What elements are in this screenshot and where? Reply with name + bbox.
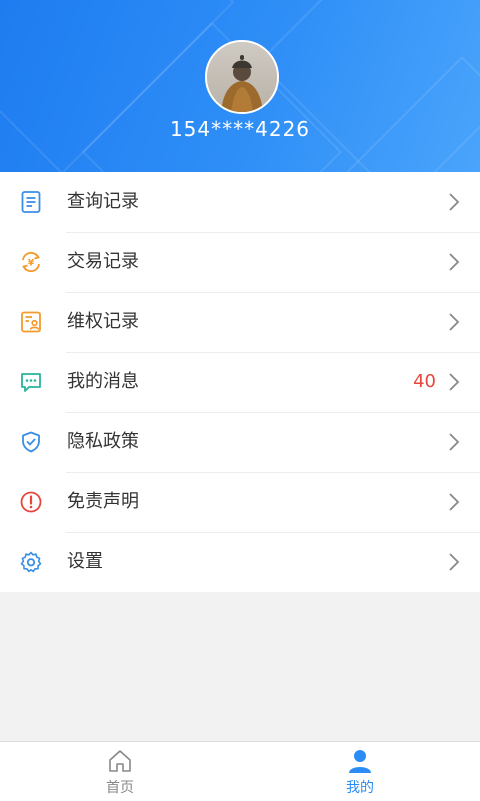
profile-header: 154****4226	[0, 0, 480, 172]
menu-item-label: 交易记录	[67, 251, 139, 272]
document-icon	[21, 191, 41, 213]
phone-number: 154****4226	[169, 117, 311, 141]
menu-item-label: 免责声明	[67, 491, 139, 512]
menu-item-privacy-policy[interactable]: 隐私政策	[0, 412, 480, 472]
menu-item-rights-records[interactable]: 维权记录	[0, 292, 480, 352]
menu-item-transaction-records[interactable]: ¥ 交易记录	[0, 232, 480, 292]
chevron-right-icon	[449, 433, 460, 451]
user-icon	[349, 750, 371, 773]
chevron-right-icon	[449, 193, 460, 211]
chevron-right-icon	[449, 493, 460, 511]
menu-item-label: 维权记录	[67, 311, 139, 332]
tab-mine-label: 我的	[346, 780, 374, 796]
menu-item-query-records[interactable]: 查询记录	[0, 172, 480, 232]
menu-list: 查询记录 ¥ 交易记录 维权记录 我的消息 40 隐私政策 免责声明 设置	[0, 172, 480, 592]
menu-item-disclaimer[interactable]: 免责声明	[0, 472, 480, 532]
menu-item-label: 设置	[67, 551, 103, 572]
rights-certificate-icon	[21, 311, 41, 333]
tab-home-label: 首页	[106, 780, 134, 796]
svg-text:¥: ¥	[28, 259, 35, 269]
alert-circle-icon	[20, 491, 42, 513]
chevron-right-icon	[449, 253, 460, 271]
message-icon	[21, 373, 41, 392]
menu-item-settings[interactable]: 设置	[0, 532, 480, 592]
chevron-right-icon	[449, 373, 460, 391]
gear-icon	[20, 551, 42, 573]
tab-home[interactable]: 首页	[0, 742, 240, 801]
chevron-right-icon	[449, 553, 460, 571]
message-count-badge: 40	[413, 371, 436, 392]
avatar[interactable]	[205, 40, 279, 114]
menu-item-my-messages[interactable]: 我的消息 40	[0, 352, 480, 412]
yuan-exchange-icon: ¥	[21, 251, 41, 273]
menu-item-label: 查询记录	[67, 191, 139, 212]
bottom-tab-bar: 首页 我的	[0, 741, 480, 801]
avatar-image	[207, 42, 277, 112]
tab-mine[interactable]: 我的	[240, 742, 480, 801]
shield-check-icon	[22, 431, 40, 453]
menu-item-label: 我的消息	[67, 371, 139, 392]
menu-item-label: 隐私政策	[67, 431, 139, 452]
home-icon	[109, 750, 131, 772]
chevron-right-icon	[449, 313, 460, 331]
